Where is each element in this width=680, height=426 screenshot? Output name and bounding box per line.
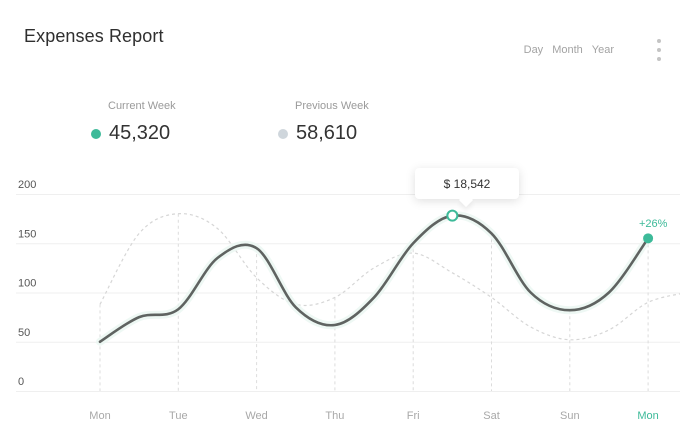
highlight-point-marker bbox=[446, 209, 459, 222]
x-tick-label: Sun bbox=[560, 410, 580, 422]
change-percentage: +26% bbox=[639, 218, 668, 230]
y-tick-label: 100 bbox=[18, 278, 36, 290]
tooltip-value: $ 18,542 bbox=[443, 176, 491, 191]
value-tooltip: $ 18,542 bbox=[415, 168, 519, 199]
end-point-marker bbox=[643, 233, 654, 244]
x-tick-label: Mon bbox=[637, 410, 658, 422]
y-tick-label: 0 bbox=[18, 376, 24, 388]
expenses-report-card: Expenses Report Day Month Year Current W… bbox=[0, 0, 680, 426]
x-tick-label: Tue bbox=[169, 410, 188, 422]
x-tick-label: Sat bbox=[483, 410, 500, 422]
current-week-line-glow bbox=[96, 211, 653, 346]
x-tick-label: Wed bbox=[245, 410, 267, 422]
x-tick-label: Fri bbox=[407, 410, 420, 422]
expenses-line-chart: 0 50 100 150 200 Mon Tue Wed Thu Fri Sat Sun Mon bbox=[16, 179, 680, 422]
current-week-line bbox=[98, 214, 650, 344]
y-tick-label: 150 bbox=[18, 228, 36, 240]
y-tick-label: 50 bbox=[18, 327, 30, 339]
y-tick-label: 200 bbox=[18, 179, 36, 191]
x-tick-label: Mon bbox=[89, 410, 110, 422]
x-tick-label: Thu bbox=[325, 410, 344, 422]
